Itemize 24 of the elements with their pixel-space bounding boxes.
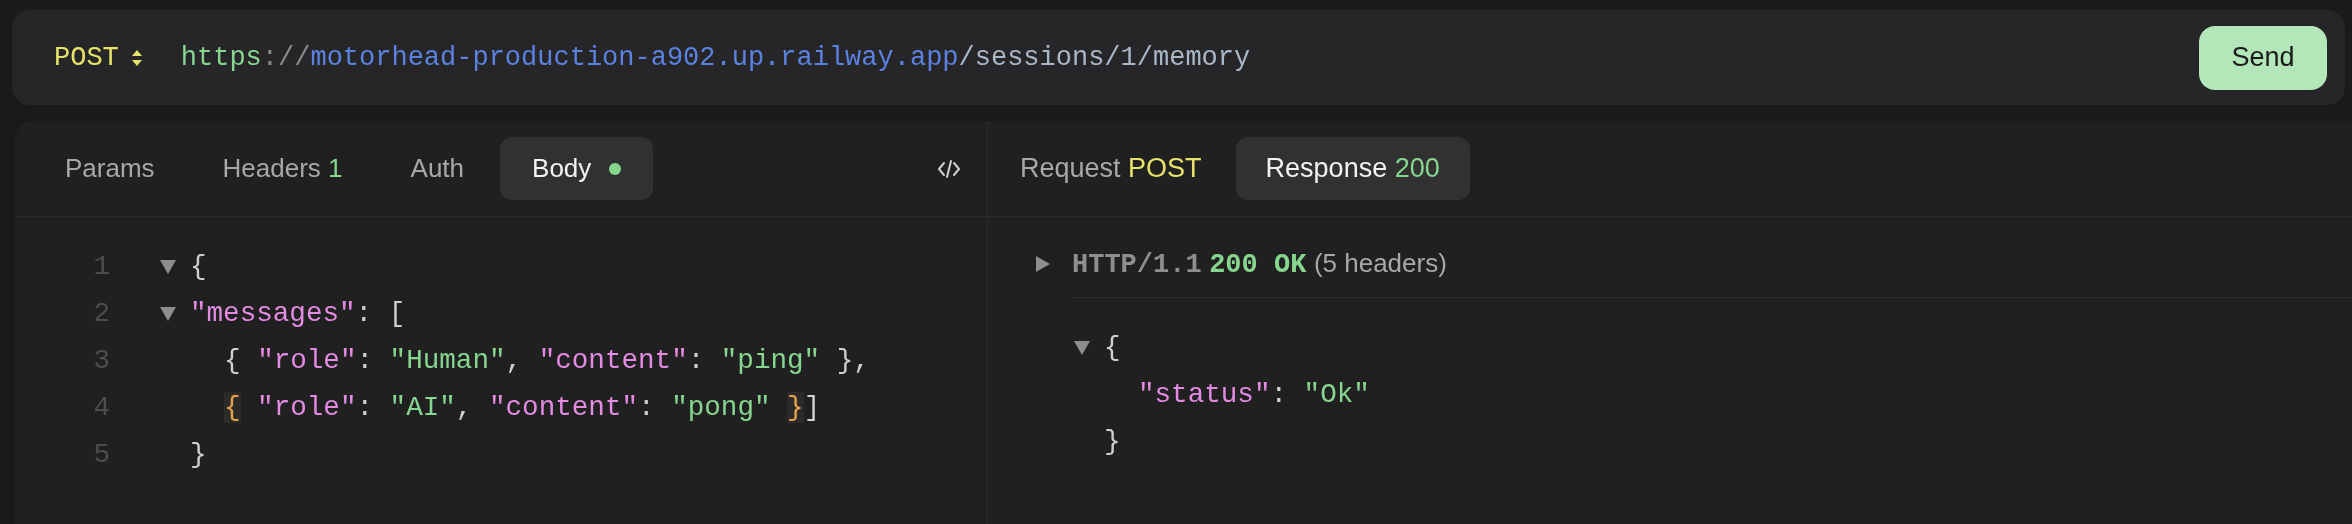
up-down-caret-icon	[130, 48, 143, 67]
code-line: "status": "Ok"	[1137, 379, 1370, 410]
request-tab[interactable]: Auth	[378, 137, 497, 200]
fold-triangle-icon[interactable]	[160, 259, 176, 274]
fold-triangle-icon[interactable]	[160, 306, 176, 321]
response-tab[interactable]: Request POST	[990, 137, 1232, 200]
code-line: { "role": "AI", "content": "pong" }]	[223, 392, 821, 423]
status-line[interactable]: HTTP/1.1 200 OK (5 headers)	[1072, 248, 1447, 280]
code-line: {	[190, 251, 207, 282]
request-tab[interactable]: Body	[500, 137, 654, 200]
code-line: { "role": "Human", "content": "ping" },	[223, 345, 870, 376]
method-select[interactable]: POST	[54, 42, 143, 73]
send-button[interactable]: Send	[2199, 25, 2327, 90]
request-tab[interactable]: Headers 1	[190, 137, 375, 200]
code-line: {	[1104, 332, 1121, 363]
expand-triangle-icon[interactable]	[1036, 256, 1050, 272]
url-field[interactable]: https://motorhead-production-a902.up.railway.app/sessions/1/memory	[180, 42, 2199, 73]
response-tab[interactable]: Response 200	[1235, 137, 1470, 200]
code-line: "messages": [	[190, 298, 406, 329]
fold-triangle-icon[interactable]	[1074, 340, 1090, 355]
code-line: }	[1104, 426, 1121, 457]
code-line: }	[190, 439, 207, 470]
request-tab[interactable]: Params	[33, 137, 187, 200]
code-icon[interactable]	[937, 157, 961, 180]
